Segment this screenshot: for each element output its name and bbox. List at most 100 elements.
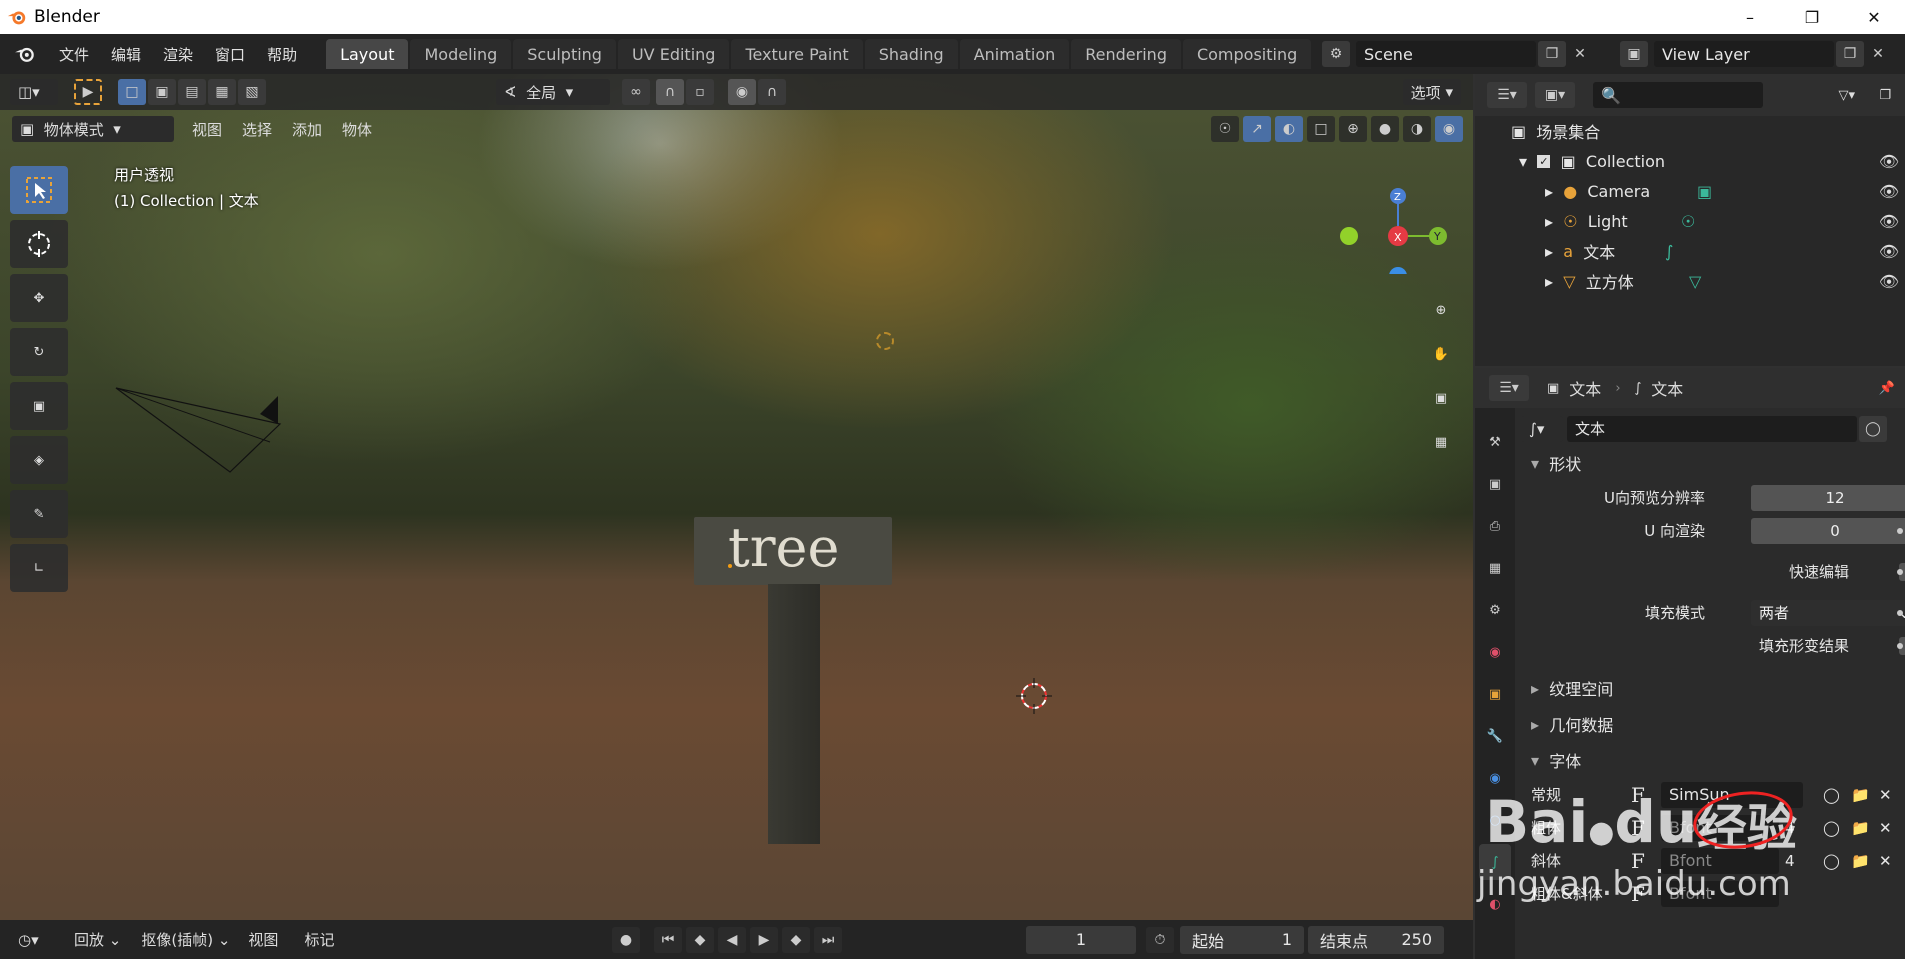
mesh-data-icon[interactable]: ▽	[1689, 272, 1701, 291]
unlink-icon[interactable]: ✕	[1879, 852, 1892, 870]
zoom-icon[interactable]: ⊕	[1423, 292, 1459, 328]
delete-scene-icon[interactable]: ✕	[1566, 41, 1594, 67]
scene-name-field[interactable]: Scene	[1356, 41, 1536, 67]
animate-dot-icon[interactable]	[1897, 568, 1903, 575]
menu-help[interactable]: 帮助	[256, 44, 308, 65]
select-subtract-icon[interactable]: ▤	[178, 79, 206, 105]
current-frame-field[interactable]: 1	[1026, 925, 1136, 954]
menu-add[interactable]: 添加	[282, 119, 332, 140]
animate-dot-icon[interactable]	[1897, 642, 1903, 649]
rendered-shading-icon[interactable]: ◉	[1435, 116, 1463, 142]
transform-orientation-dropdown[interactable]: ∢ 全局 ▾	[496, 79, 610, 105]
eye-icon[interactable]: 👁	[1877, 212, 1901, 231]
outliner-row-camera[interactable]: ▸ ● Camera ▣ 👁	[1475, 176, 1905, 206]
section-font[interactable]: ▾ 字体	[1521, 742, 1905, 778]
timeline-editor-icon[interactable]: ◷▾	[10, 927, 56, 953]
eye-icon[interactable]: 👁	[1877, 152, 1901, 171]
menu-edit[interactable]: 编辑	[100, 44, 152, 65]
select-box-tool-icon[interactable]	[10, 166, 68, 214]
fake-user-icon[interactable]: ◯	[1859, 415, 1887, 442]
camera-view-icon[interactable]: ▣	[1423, 380, 1459, 416]
wireframe-shading-icon[interactable]: ⊕	[1339, 116, 1367, 142]
open-folder-icon[interactable]: 📁	[1851, 852, 1870, 870]
xray-icon[interactable]: □	[1307, 116, 1335, 142]
sign-post[interactable]	[768, 584, 820, 844]
move-tool-icon[interactable]: ✥	[10, 274, 68, 322]
tab-rendering[interactable]: Rendering	[1071, 39, 1181, 69]
object-tab-icon[interactable]: ▣	[1479, 676, 1511, 712]
open-folder-icon[interactable]: 📁	[1851, 786, 1870, 804]
close-button[interactable]: ✕	[1843, 0, 1905, 34]
tab-shading[interactable]: Shading	[864, 39, 958, 69]
section-texture-space[interactable]: ▸ 纹理空间	[1521, 670, 1905, 706]
measure-tool-icon[interactable]: ∟	[10, 544, 68, 592]
section-shape[interactable]: ▾ 形状	[1521, 445, 1905, 481]
outliner-row-collection[interactable]: ▾ ✓ ▣ Collection 👁	[1475, 146, 1905, 176]
jump-end-icon[interactable]: ⏭	[814, 926, 842, 953]
select-invert-icon[interactable]: ▦	[208, 79, 236, 105]
world-tab-icon[interactable]: ◉	[1479, 634, 1511, 670]
light-object[interactable]	[876, 332, 894, 350]
blender-menu-icon[interactable]	[10, 42, 40, 66]
u-preview-field[interactable]: 12	[1751, 484, 1905, 511]
scene-icon[interactable]: ⚙	[1322, 41, 1350, 67]
display-mode-icon[interactable]: ▣▾	[1535, 82, 1575, 108]
end-frame-field[interactable]: 结束点 250	[1308, 925, 1444, 954]
rotate-tool-icon[interactable]: ↻	[10, 328, 68, 376]
animate-dot-icon[interactable]	[1897, 527, 1903, 534]
fake-user-icon[interactable]: ◯	[1823, 786, 1840, 804]
editor-type-icon[interactable]: ◫▾	[10, 79, 58, 105]
3d-viewport[interactable]: ◫▾ ▶ □ ▣ ▤ ▦ ▧ ∢ 全局 ▾ ∞ ∩ ▫ ◉ ∩ 选项 ▾ ▣ 物…	[0, 74, 1473, 920]
minimize-button[interactable]: –	[1719, 0, 1781, 34]
tab-texture-paint[interactable]: Texture Paint	[731, 39, 863, 69]
tab-sculpting[interactable]: Sculpting	[513, 39, 616, 69]
new-view-layer-icon[interactable]: ❐	[1836, 41, 1864, 67]
render-tab-icon[interactable]: ▣	[1479, 466, 1511, 502]
outliner-row-light[interactable]: ▸ ☉ Light ☉ 👁	[1475, 206, 1905, 236]
new-scene-icon[interactable]: ❐	[1538, 41, 1566, 67]
tab-uv-editing[interactable]: UV Editing	[617, 39, 730, 69]
cursor-tool-icon[interactable]	[10, 220, 68, 268]
keying-dropdown[interactable]: 抠像(插帧) ⌄	[133, 927, 238, 953]
select-extend-icon[interactable]: ▣	[148, 79, 176, 105]
outliner-row-text[interactable]: ▸ a 文本 ∫ 👁	[1475, 236, 1905, 266]
mode-dropdown[interactable]: ▣ 物体模式 ▾	[12, 116, 174, 142]
delete-view-layer-icon[interactable]: ✕	[1864, 41, 1892, 67]
prev-keyframe-icon[interactable]: ◆	[686, 926, 714, 953]
menu-object[interactable]: 物体	[332, 119, 382, 140]
outliner-search-input[interactable]: 🔍	[1593, 82, 1763, 108]
u-render-field[interactable]: 0	[1751, 517, 1905, 544]
tool-tab-icon[interactable]: ⚒	[1479, 424, 1511, 460]
restore-button[interactable]: ❐	[1781, 0, 1843, 34]
tab-compositing[interactable]: Compositing	[1182, 39, 1312, 69]
fake-user-icon[interactable]: ◯	[1823, 819, 1840, 837]
expand-icon[interactable]: ▸	[1545, 182, 1553, 201]
properties-editor-icon[interactable]: ☰▾	[1489, 375, 1529, 401]
proportional-edit-icon[interactable]: ◉	[728, 79, 756, 105]
jump-start-icon[interactable]: ⏮	[654, 926, 682, 953]
select-new-icon[interactable]: □	[118, 79, 146, 105]
expand-icon[interactable]: ▾	[1519, 152, 1527, 171]
falloff-icon[interactable]: ∩	[758, 79, 786, 105]
checkbox-icon[interactable]: ✓	[1537, 154, 1551, 168]
next-keyframe-icon[interactable]: ◆	[782, 926, 810, 953]
expand-icon[interactable]: ▸	[1545, 272, 1553, 291]
timeline-marker-menu[interactable]: 标记	[304, 929, 334, 950]
light-data-icon[interactable]: ☉	[1681, 212, 1695, 231]
select-tool-icon[interactable]: ▶	[74, 79, 102, 105]
options-dropdown[interactable]: 选项 ▾	[1402, 79, 1461, 105]
ortho-grid-icon[interactable]: ▦	[1423, 424, 1459, 460]
modifier-tab-icon[interactable]: 🔧	[1479, 718, 1511, 754]
open-folder-icon[interactable]: 📁	[1851, 819, 1870, 837]
unlink-icon[interactable]: ✕	[1879, 786, 1892, 804]
fake-user-icon[interactable]: ◯	[1823, 852, 1840, 870]
filter-icon[interactable]: ▽▾	[1838, 88, 1855, 103]
camera-object[interactable]	[110, 374, 290, 484]
tab-modeling[interactable]: Modeling	[410, 39, 512, 69]
tab-animation[interactable]: Animation	[959, 39, 1070, 69]
section-geometry[interactable]: ▸ 几何数据	[1521, 706, 1905, 742]
pin-icon[interactable]: 📌	[1879, 381, 1895, 396]
visibility-icon[interactable]: ☉	[1211, 116, 1239, 142]
view-layer-tab-icon[interactable]: ▦	[1479, 550, 1511, 586]
animate-dot-icon[interactable]	[1897, 609, 1903, 616]
